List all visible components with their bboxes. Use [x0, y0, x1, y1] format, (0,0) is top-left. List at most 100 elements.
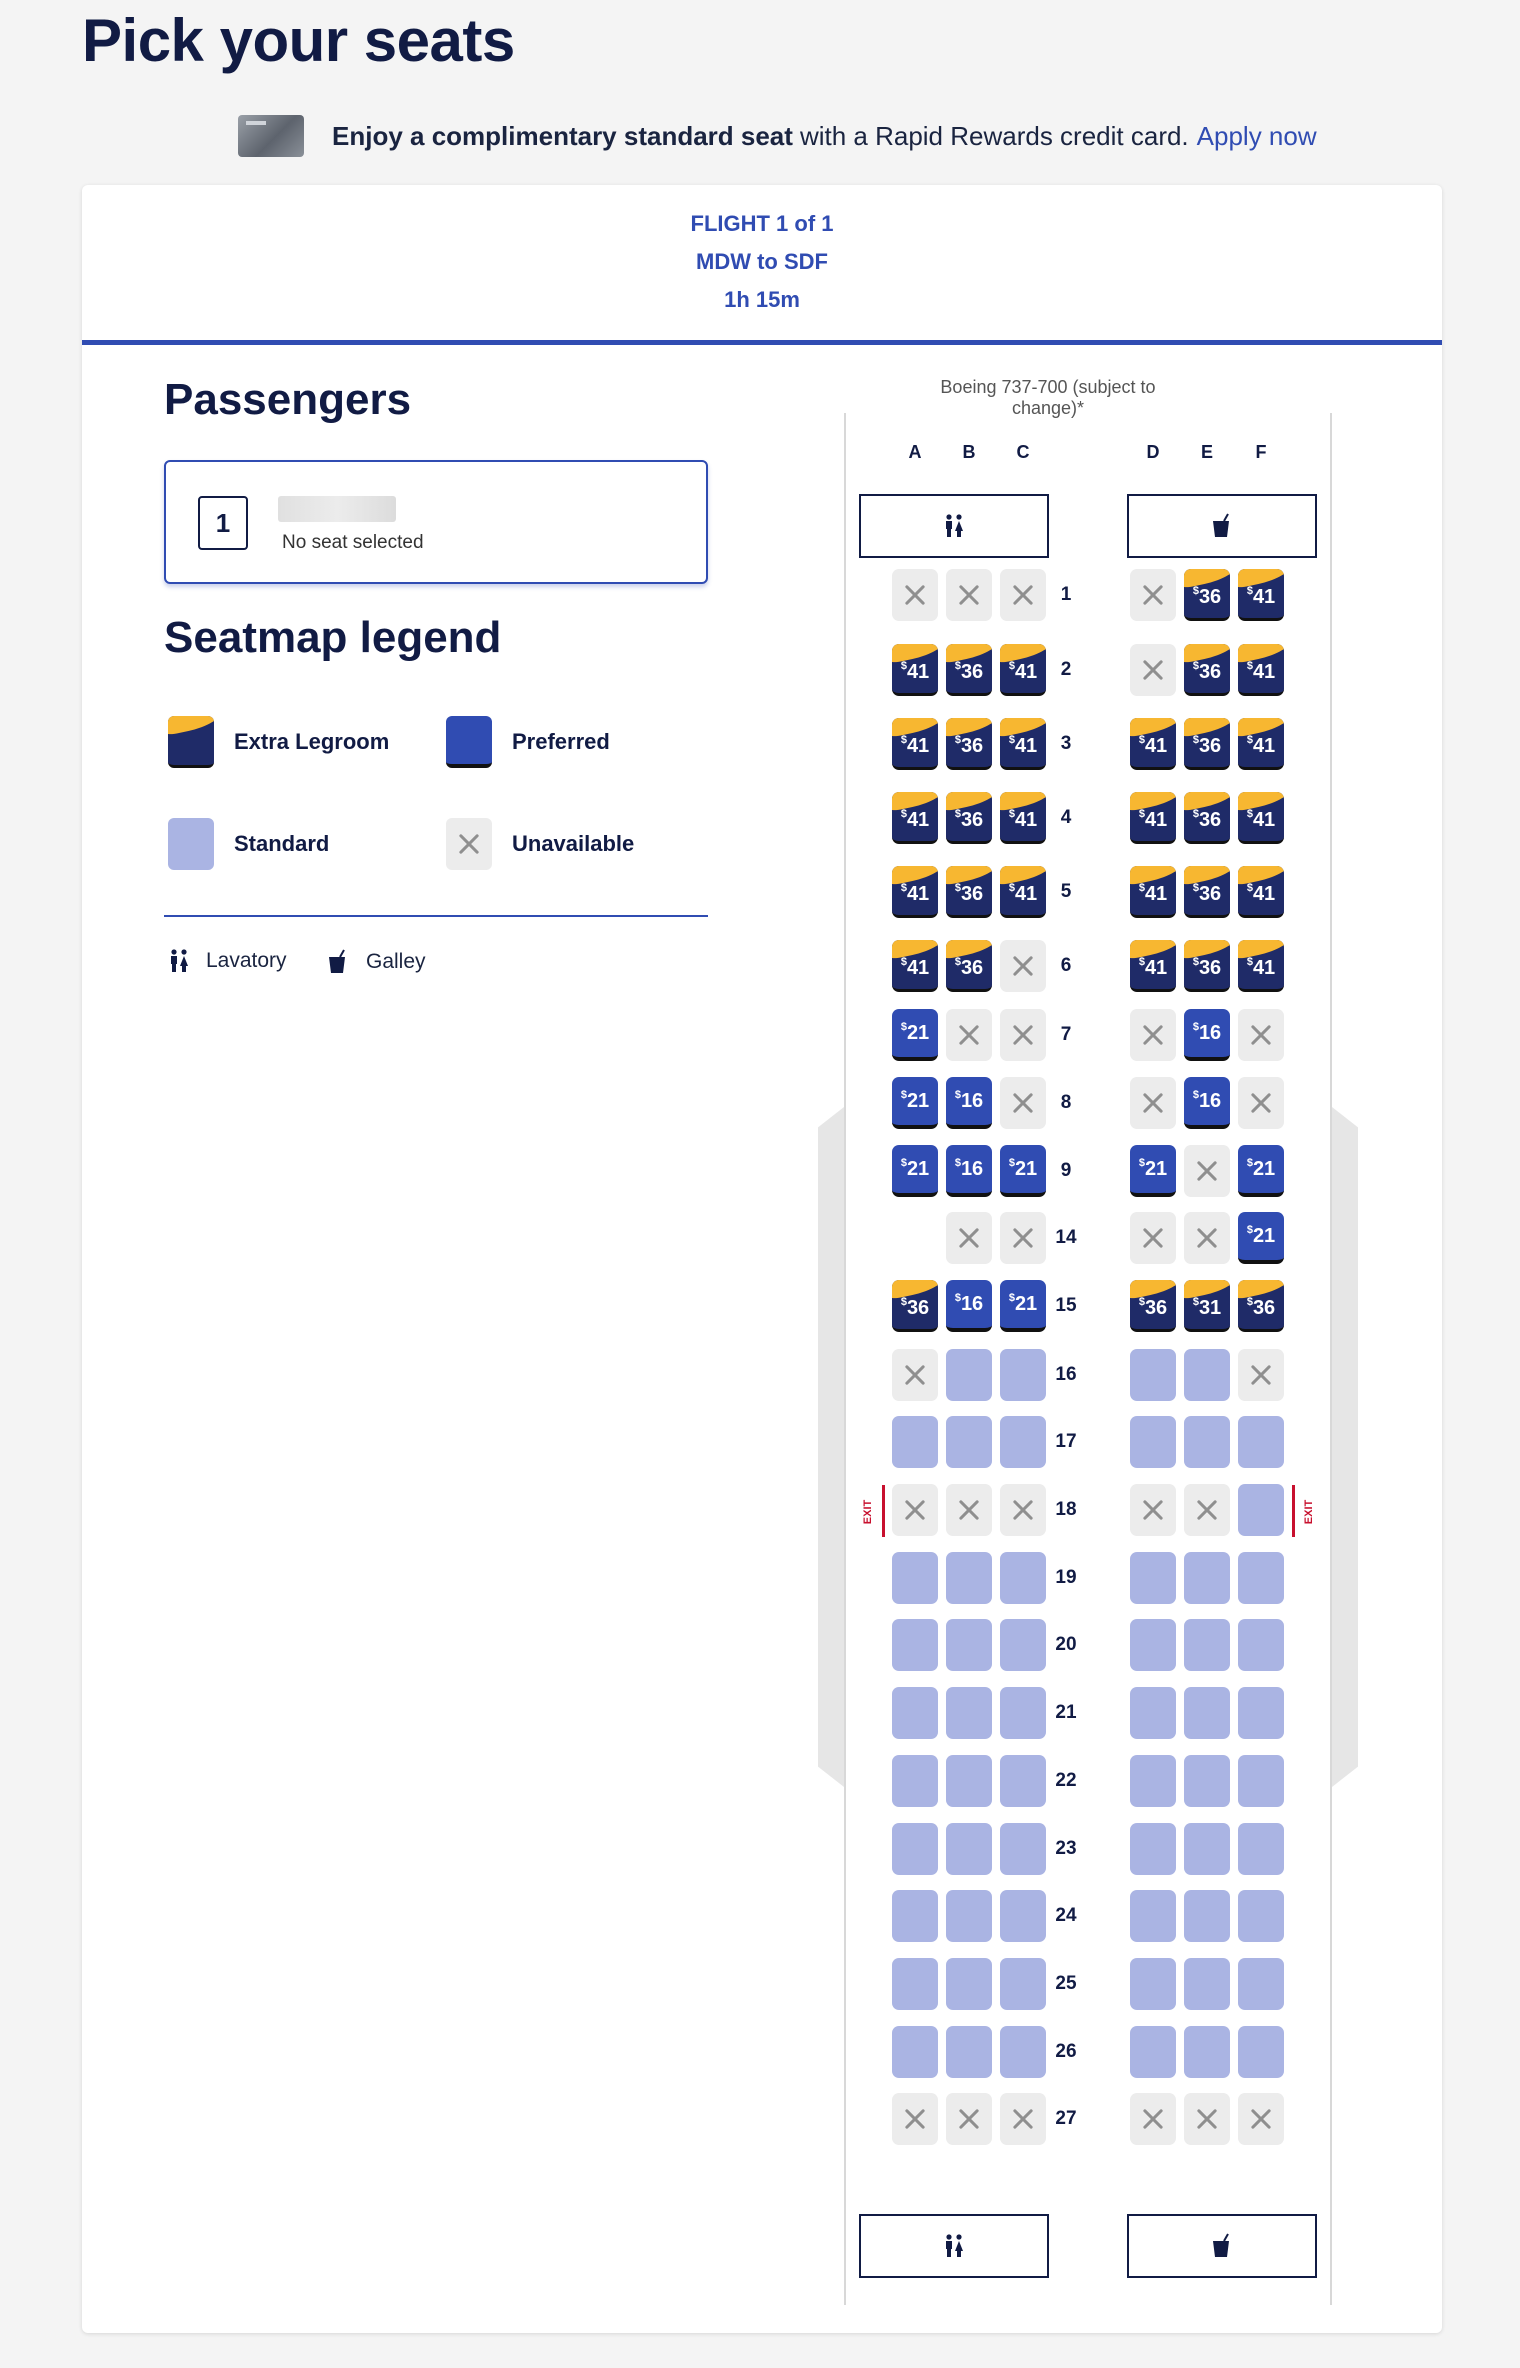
seat-16c[interactable]	[1000, 1349, 1046, 1401]
seat-18f[interactable]	[1238, 1484, 1284, 1536]
seat-4d[interactable]: $41	[1130, 792, 1176, 844]
seat-20b[interactable]	[946, 1619, 992, 1671]
seat-25a[interactable]	[892, 1958, 938, 2010]
seat-9b[interactable]: $16	[946, 1145, 992, 1197]
seat-17e[interactable]	[1184, 1416, 1230, 1468]
seat-26d[interactable]	[1130, 2026, 1176, 2078]
seat-26c[interactable]	[1000, 2026, 1046, 2078]
seat-7e[interactable]: $16	[1184, 1009, 1230, 1061]
seat-5f[interactable]: $41	[1238, 866, 1284, 918]
apply-now-link[interactable]: Apply now	[1197, 121, 1317, 152]
seat-5a[interactable]: $41	[892, 866, 938, 918]
seat-24d[interactable]	[1130, 1890, 1176, 1942]
seat-5c[interactable]: $41	[1000, 866, 1046, 918]
seat-25d[interactable]	[1130, 1958, 1176, 2010]
seat-23d[interactable]	[1130, 1823, 1176, 1875]
seat-5e[interactable]: $36	[1184, 866, 1230, 918]
seat-3f[interactable]: $41	[1238, 718, 1284, 770]
seat-9f[interactable]: $21	[1238, 1145, 1284, 1197]
seat-19d[interactable]	[1130, 1552, 1176, 1604]
seat-3e[interactable]: $36	[1184, 718, 1230, 770]
seat-6f[interactable]: $41	[1238, 940, 1284, 992]
seat-25b[interactable]	[946, 1958, 992, 2010]
seat-22f[interactable]	[1238, 1755, 1284, 1807]
seat-3c[interactable]: $41	[1000, 718, 1046, 770]
seat-22a[interactable]	[892, 1755, 938, 1807]
seat-16b[interactable]	[946, 1349, 992, 1401]
seat-21c[interactable]	[1000, 1687, 1046, 1739]
seat-23f[interactable]	[1238, 1823, 1284, 1875]
seat-24b[interactable]	[946, 1890, 992, 1942]
seat-24f[interactable]	[1238, 1890, 1284, 1942]
seat-6a[interactable]: $41	[892, 940, 938, 992]
seat-6b[interactable]: $36	[946, 940, 992, 992]
seat-24e[interactable]	[1184, 1890, 1230, 1942]
seat-15d[interactable]: $36	[1130, 1280, 1176, 1332]
seat-24a[interactable]	[892, 1890, 938, 1942]
seat-15c[interactable]: $21	[1000, 1280, 1046, 1332]
seat-23e[interactable]	[1184, 1823, 1230, 1875]
seat-16d[interactable]	[1130, 1349, 1176, 1401]
seat-15f[interactable]: $36	[1238, 1280, 1284, 1332]
seat-23b[interactable]	[946, 1823, 992, 1875]
seat-15a[interactable]: $36	[892, 1280, 938, 1332]
seat-21f[interactable]	[1238, 1687, 1284, 1739]
seat-22d[interactable]	[1130, 1755, 1176, 1807]
seat-25c[interactable]	[1000, 1958, 1046, 2010]
seat-17d[interactable]	[1130, 1416, 1176, 1468]
seat-20f[interactable]	[1238, 1619, 1284, 1671]
seat-17a[interactable]	[892, 1416, 938, 1468]
seat-20e[interactable]	[1184, 1619, 1230, 1671]
seat-8b[interactable]: $16	[946, 1077, 992, 1129]
seat-23a[interactable]	[892, 1823, 938, 1875]
seat-26a[interactable]	[892, 2026, 938, 2078]
seat-21e[interactable]	[1184, 1687, 1230, 1739]
seat-21a[interactable]	[892, 1687, 938, 1739]
seat-25f[interactable]	[1238, 1958, 1284, 2010]
seat-5d[interactable]: $41	[1130, 866, 1176, 918]
seat-9a[interactable]: $21	[892, 1145, 938, 1197]
seat-4c[interactable]: $41	[1000, 792, 1046, 844]
seat-1e[interactable]: $36	[1184, 569, 1230, 621]
seat-19f[interactable]	[1238, 1552, 1284, 1604]
seat-22c[interactable]	[1000, 1755, 1046, 1807]
seat-24c[interactable]	[1000, 1890, 1046, 1942]
seat-2b[interactable]: $36	[946, 644, 992, 696]
seat-9d[interactable]: $21	[1130, 1145, 1176, 1197]
seat-7a[interactable]: $21	[892, 1009, 938, 1061]
seat-6e[interactable]: $36	[1184, 940, 1230, 992]
seat-16e[interactable]	[1184, 1349, 1230, 1401]
seat-22e[interactable]	[1184, 1755, 1230, 1807]
seat-19e[interactable]	[1184, 1552, 1230, 1604]
seat-2a[interactable]: $41	[892, 644, 938, 696]
seat-20c[interactable]	[1000, 1619, 1046, 1671]
seat-21d[interactable]	[1130, 1687, 1176, 1739]
seat-8a[interactable]: $21	[892, 1077, 938, 1129]
seat-4f[interactable]: $41	[1238, 792, 1284, 844]
seat-9c[interactable]: $21	[1000, 1145, 1046, 1197]
seat-17f[interactable]	[1238, 1416, 1284, 1468]
seat-19c[interactable]	[1000, 1552, 1046, 1604]
seat-2c[interactable]: $41	[1000, 644, 1046, 696]
seat-5b[interactable]: $36	[946, 866, 992, 918]
seat-20a[interactable]	[892, 1619, 938, 1671]
seat-17b[interactable]	[946, 1416, 992, 1468]
seat-2e[interactable]: $36	[1184, 644, 1230, 696]
seat-26b[interactable]	[946, 2026, 992, 2078]
seat-17c[interactable]	[1000, 1416, 1046, 1468]
seat-15e[interactable]: $31	[1184, 1280, 1230, 1332]
seat-20d[interactable]	[1130, 1619, 1176, 1671]
seat-22b[interactable]	[946, 1755, 992, 1807]
seat-19a[interactable]	[892, 1552, 938, 1604]
passenger-card[interactable]: 1 No seat selected	[164, 460, 708, 584]
seat-23c[interactable]	[1000, 1823, 1046, 1875]
seat-2f[interactable]: $41	[1238, 644, 1284, 696]
seat-4e[interactable]: $36	[1184, 792, 1230, 844]
seat-26f[interactable]	[1238, 2026, 1284, 2078]
seat-25e[interactable]	[1184, 1958, 1230, 2010]
seat-21b[interactable]	[946, 1687, 992, 1739]
seat-19b[interactable]	[946, 1552, 992, 1604]
seat-3d[interactable]: $41	[1130, 718, 1176, 770]
seat-4b[interactable]: $36	[946, 792, 992, 844]
seat-14f[interactable]: $21	[1238, 1212, 1284, 1264]
